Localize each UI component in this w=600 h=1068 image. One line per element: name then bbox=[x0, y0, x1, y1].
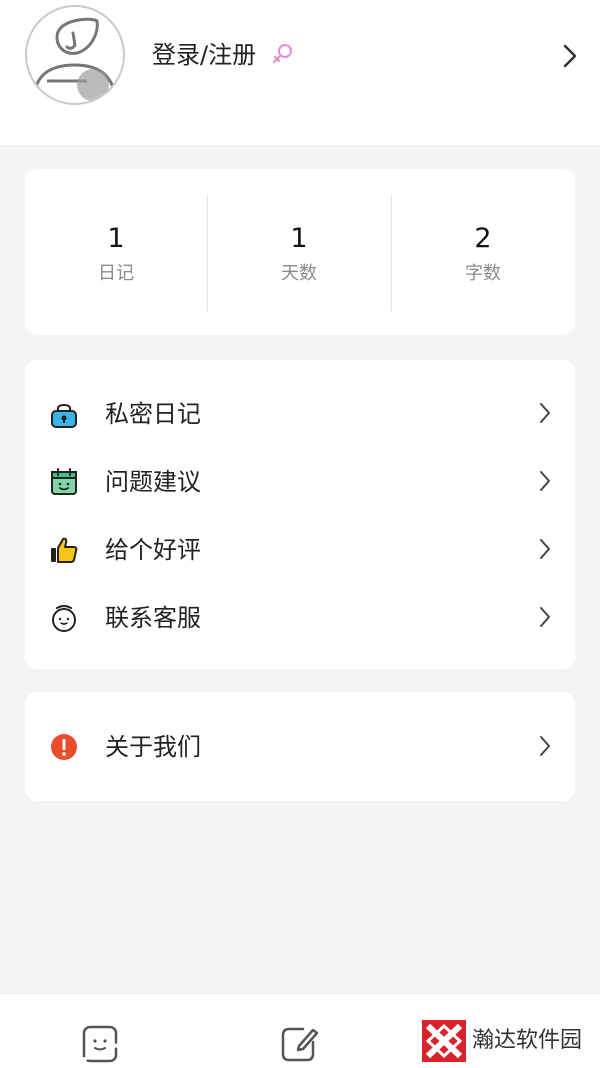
menu-item-label: 给个好评 bbox=[105, 536, 201, 564]
stat-words[interactable]: 2 字数 bbox=[392, 169, 574, 335]
stat-label: 字数 bbox=[465, 263, 501, 284]
menu-item-customer-service[interactable]: 联系客服 bbox=[25, 584, 575, 652]
stat-days[interactable]: 1 天数 bbox=[208, 169, 390, 335]
watermark-logo-icon bbox=[422, 1020, 466, 1062]
login-register-link[interactable]: 登录/注册 bbox=[152, 38, 256, 72]
compose-icon[interactable] bbox=[279, 1024, 319, 1064]
menu-item-label: 问题建议 bbox=[105, 468, 201, 496]
chevron-right-icon bbox=[540, 539, 550, 559]
about-card: 关于我们 bbox=[25, 692, 575, 801]
chevron-right-icon bbox=[540, 607, 550, 627]
stat-diaries[interactable]: 1 日记 bbox=[25, 169, 207, 335]
watermark: 瀚达软件园 bbox=[422, 1018, 600, 1064]
profile-header[interactable]: 登录/注册 bbox=[0, 0, 600, 145]
stat-label: 日记 bbox=[98, 263, 134, 284]
menu-item-rate-app[interactable]: 给个好评 bbox=[25, 516, 575, 584]
stat-label: 天数 bbox=[281, 263, 317, 284]
stat-value: 1 bbox=[107, 223, 125, 254]
menu-item-private-diary[interactable]: 私密日记 bbox=[25, 380, 575, 448]
chevron-right-icon bbox=[540, 736, 550, 756]
default-avatar-icon bbox=[27, 7, 123, 103]
menu-item-label: 私密日记 bbox=[105, 400, 201, 428]
watermark-text: 瀚达软件园 bbox=[472, 1028, 583, 1053]
diary-list-icon[interactable] bbox=[80, 1024, 120, 1064]
stat-value: 1 bbox=[290, 223, 308, 254]
thumbs-up-icon bbox=[51, 537, 78, 563]
menu-item-feedback[interactable]: 问题建议 bbox=[25, 448, 575, 516]
calendar-smile-icon bbox=[51, 468, 77, 495]
alarm-clock-icon bbox=[52, 605, 76, 632]
avatar[interactable] bbox=[25, 5, 125, 105]
stat-value: 2 bbox=[474, 223, 492, 254]
menu-card: 私密日记 问题建议 给个好评 联系客服 bbox=[25, 360, 575, 669]
chevron-right-icon bbox=[540, 471, 550, 491]
female-icon bbox=[273, 44, 292, 63]
chevron-right-icon bbox=[540, 403, 550, 423]
menu-item-label: 联系客服 bbox=[105, 604, 201, 632]
menu-item-about-us[interactable]: 关于我们 bbox=[25, 713, 575, 781]
alert-icon bbox=[51, 734, 77, 760]
menu-item-label: 关于我们 bbox=[105, 733, 201, 761]
chevron-right-icon[interactable] bbox=[561, 42, 579, 70]
lock-icon bbox=[51, 404, 77, 428]
stats-card: 1 日记 1 天数 2 字数 bbox=[25, 169, 575, 335]
